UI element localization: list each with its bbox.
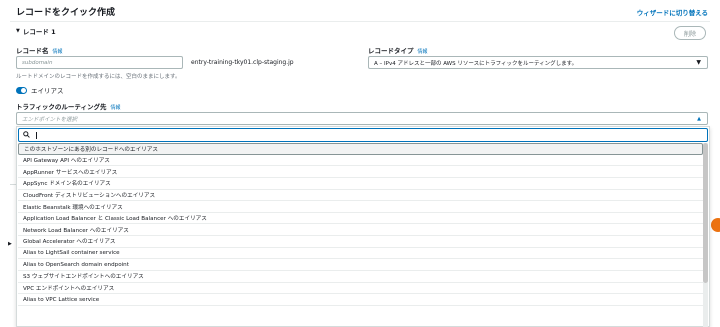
record-type-value: A – IPv4 アドレスと一部の AWS リソースにトラフィックをルーティング… [374,60,578,67]
dropdown-option[interactable]: Network Load Balancer へのエイリアス [18,224,703,237]
dropdown-option[interactable]: API Gateway API へのエイリアス [18,155,703,167]
endpoint-placeholder: エンドポイントを選択 [22,116,78,123]
page-title: レコードをクイック作成 [16,8,116,18]
text-cursor [36,131,37,139]
record-name-info-link[interactable]: 情報 [53,48,63,55]
caret-up-icon: ▲ [697,116,701,122]
dropdown-option[interactable]: Global Accelerator へのエイリアス [18,236,703,248]
dropdown-option[interactable]: S3 ウェブサイトエンドポイントへのエイリアス [18,271,703,283]
search-icon [23,130,30,140]
options-list: このホストゾーンにある別のレコードへのエイリアス API Gateway API … [18,143,703,306]
record-name-input[interactable]: subdomain [16,56,183,69]
record-section-header[interactable]: ▼ レコード 1 [16,26,56,36]
endpoint-select[interactable]: エンドポイントを選択 ▲ [16,112,708,125]
routing-info-link[interactable]: 情報 [110,104,120,111]
record-section-title: レコード 1 [22,28,56,36]
dropdown-option[interactable]: VPC エンドポイントへのエイリアス [18,283,703,295]
scrollbar[interactable] [703,143,708,327]
alias-toggle-row[interactable]: エイリアス [16,85,64,95]
status-dot [711,218,720,232]
caret-right-icon[interactable]: ▶ [8,241,12,247]
dropdown-option[interactable]: Application Load Balancer と Classic Load… [18,213,703,225]
dropdown-option[interactable]: このホストゾーンにある別のレコードへのエイリアス [18,143,703,155]
dropdown-option[interactable]: Alias to OpenSearch domain endpoint [18,259,703,272]
record-name-label: レコード名 情報 [16,45,63,55]
record-type-label: レコードタイプ 情報 [368,45,428,55]
dropdown-option[interactable]: Elastic Beanstalk 環境へのエイリアス [18,201,703,213]
caret-down-icon: ▼ [16,28,20,34]
quick-create-panel: レコードをクイック作成 ウィザードに切り替える ▼ レコード 1 削除 レコード… [0,0,720,327]
record-type-label-text: レコードタイプ [368,47,414,55]
dropdown-option[interactable]: CloudFront ディストリビューションへのエイリアス [18,190,703,202]
switch-to-wizard-link[interactable]: ウィザードに切り替える [637,7,708,17]
divider [10,21,710,22]
search-input[interactable] [18,128,708,142]
routing-label-text: トラフィックのルーティング先 [16,103,107,111]
record-type-select[interactable]: A – IPv4 アドレスと一部の AWS リソースにトラフィックをルーティング… [368,56,708,69]
dropdown-option[interactable]: Alias to VPC Lattice service [18,294,703,306]
record-name-hint: ルートドメインのレコードを作成するには、空白のままにします。 [16,74,181,80]
alias-label: エイリアス [31,87,64,95]
delete-button[interactable]: 削除 [674,26,706,40]
scrollbar-thumb[interactable] [703,143,708,283]
dropdown-option[interactable]: AppRunner サービスへのエイリアス [18,166,703,178]
dropdown-option[interactable]: AppSync ドメイン名のエイリアス [18,178,703,190]
caret-down-icon: ▼ [696,59,701,66]
alias-toggle[interactable] [16,86,27,94]
dropdown-option[interactable]: Alias to LightSail container service [18,248,703,260]
record-type-info-link[interactable]: 情報 [418,48,428,55]
domain-suffix: entry-training-tky01.clp-staging.jp [191,59,294,66]
endpoint-dropdown: このホストゾーンにある別のレコードへのエイリアス API Gateway API … [16,126,710,327]
routing-label: トラフィックのルーティング先 情報 [16,101,121,111]
record-name-label-text: レコード名 [16,47,49,55]
